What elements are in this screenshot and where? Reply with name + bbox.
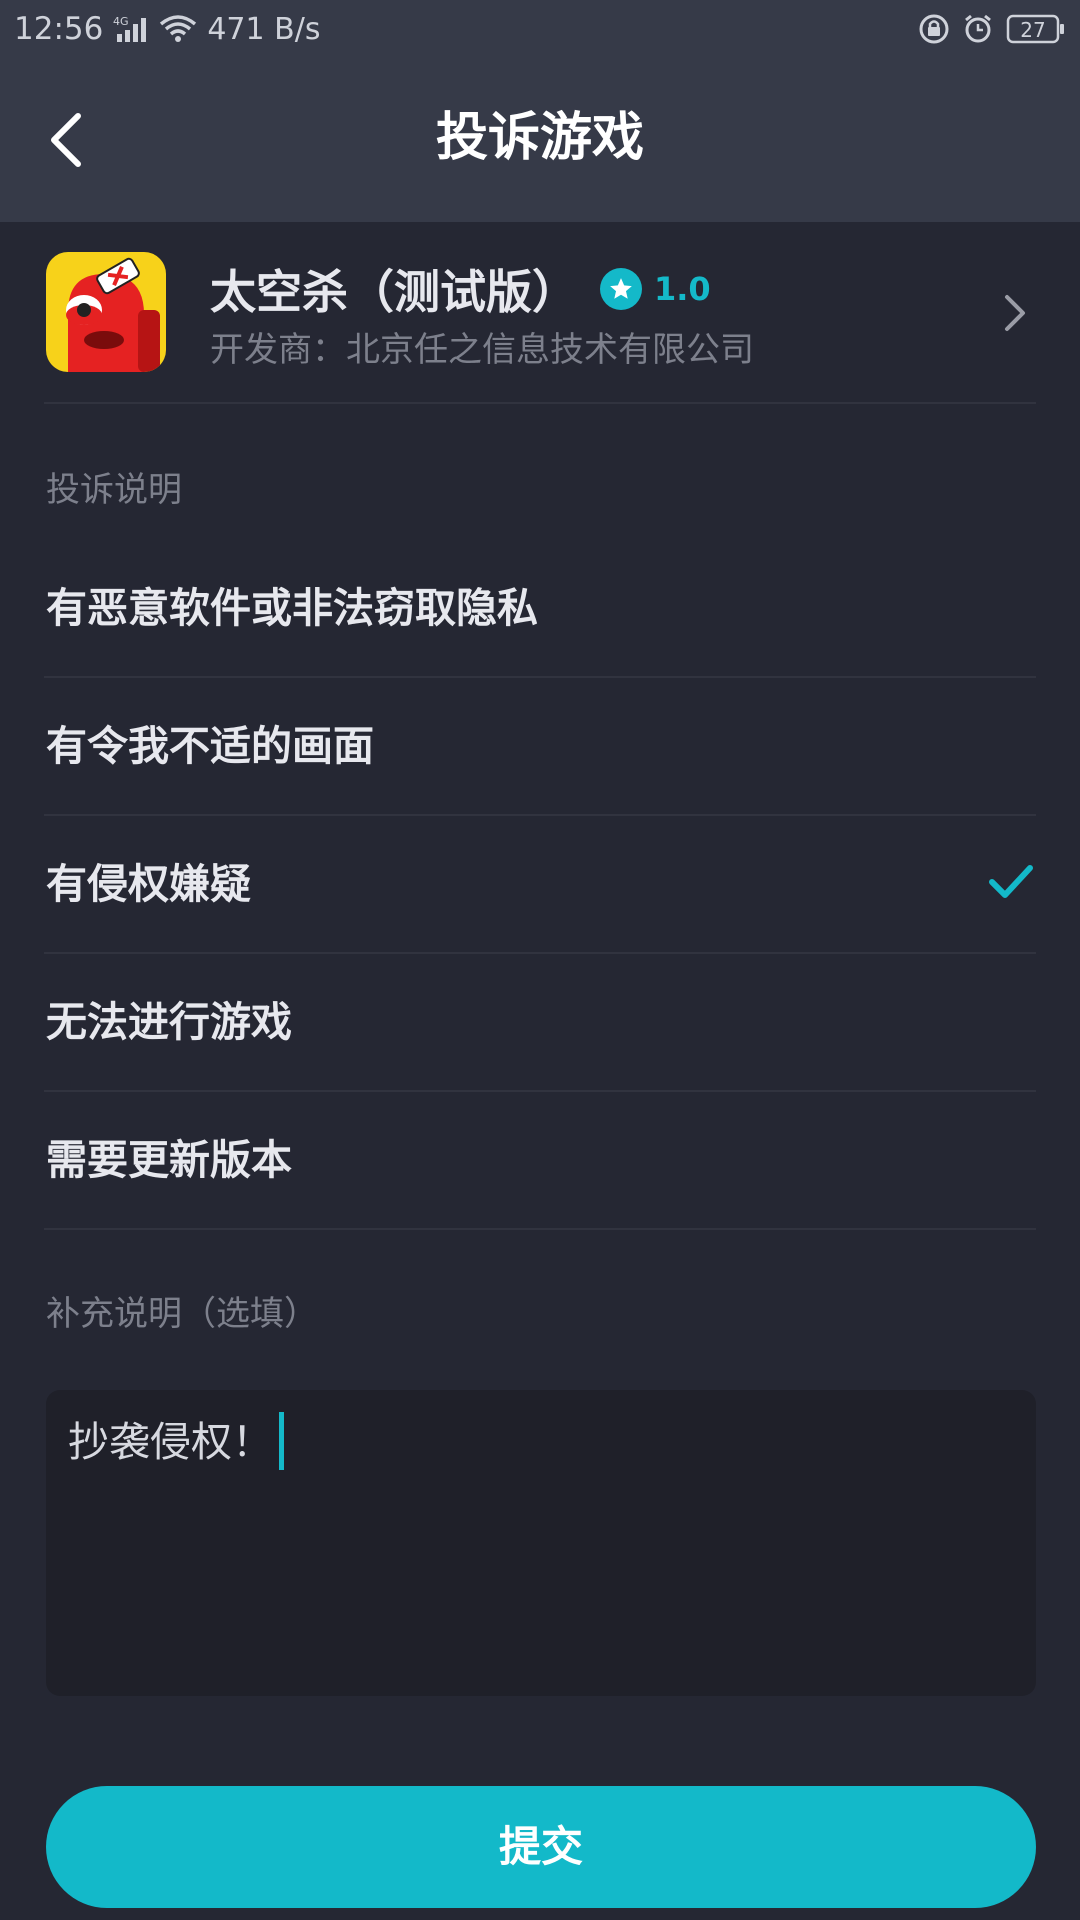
divider: [44, 1228, 1036, 1230]
supplement-input[interactable]: 抄袭侵权！: [46, 1390, 1036, 1696]
complaint-option[interactable]: 有侵权嫌疑: [0, 816, 1080, 954]
option-label: 有令我不适的画面: [46, 722, 374, 770]
submit-button[interactable]: 提交: [46, 1786, 1036, 1908]
wifi-icon: [159, 14, 197, 44]
page-title: 投诉游戏: [435, 108, 644, 168]
rotation-lock-icon: [918, 13, 950, 45]
option-label: 需要更新版本: [46, 1136, 292, 1184]
game-name-row: 太空杀（测试版） 1.0: [210, 256, 711, 322]
battery-level: 27: [1020, 18, 1045, 42]
network-type: 4G: [113, 15, 129, 28]
star-icon: [600, 268, 642, 310]
rating-value: 1.0: [654, 270, 711, 308]
game-card[interactable]: 太空杀（测试版） 1.0 开发商：北京任之信息技术有限公司: [0, 222, 1080, 404]
option-label: 有恶意软件或非法窃取隐私: [46, 584, 538, 632]
alarm-icon: [962, 13, 994, 45]
back-button[interactable]: [44, 110, 88, 170]
supplement-label: 补充说明（选填）: [46, 1294, 318, 1334]
chevron-right-icon: [1000, 288, 1030, 338]
game-logo-icon: [46, 252, 166, 372]
complaint-option-list: 有恶意软件或非法窃取隐私 有令我不适的画面 有侵权嫌疑 无法进行游戏 需要更新版…: [0, 540, 1080, 1230]
game-name: 太空杀（测试版）: [210, 265, 578, 319]
complaint-option[interactable]: 有恶意软件或非法窃取隐私: [0, 540, 1080, 678]
option-label: 无法进行游戏: [46, 998, 292, 1046]
option-label: 有侵权嫌疑: [46, 860, 251, 908]
complaint-option[interactable]: 无法进行游戏: [0, 954, 1080, 1092]
complaint-section-label: 投诉说明: [46, 470, 182, 510]
chevron-left-icon: [51, 113, 81, 167]
header: 投诉游戏: [0, 58, 1080, 222]
text-caret: [279, 1412, 284, 1470]
status-right: 27: [918, 13, 1066, 45]
status-bar: 12:56 4G 471 B/s 27: [0, 0, 1080, 58]
supplement-input-text: 抄袭侵权！: [68, 1418, 273, 1466]
complaint-option[interactable]: 有令我不适的画面: [0, 678, 1080, 816]
divider: [44, 402, 1036, 404]
network-speed: 471 B/s: [207, 11, 321, 47]
complaint-option[interactable]: 需要更新版本: [0, 1092, 1080, 1230]
status-time: 12:56: [14, 11, 104, 47]
status-left: 12:56 4G 471 B/s: [14, 11, 320, 47]
battery-icon: 27: [1006, 13, 1066, 45]
developer-name: 开发商：北京任之信息技术有限公司: [210, 330, 754, 370]
check-icon: [989, 865, 1033, 898]
signal-icon: 4G: [113, 14, 149, 44]
